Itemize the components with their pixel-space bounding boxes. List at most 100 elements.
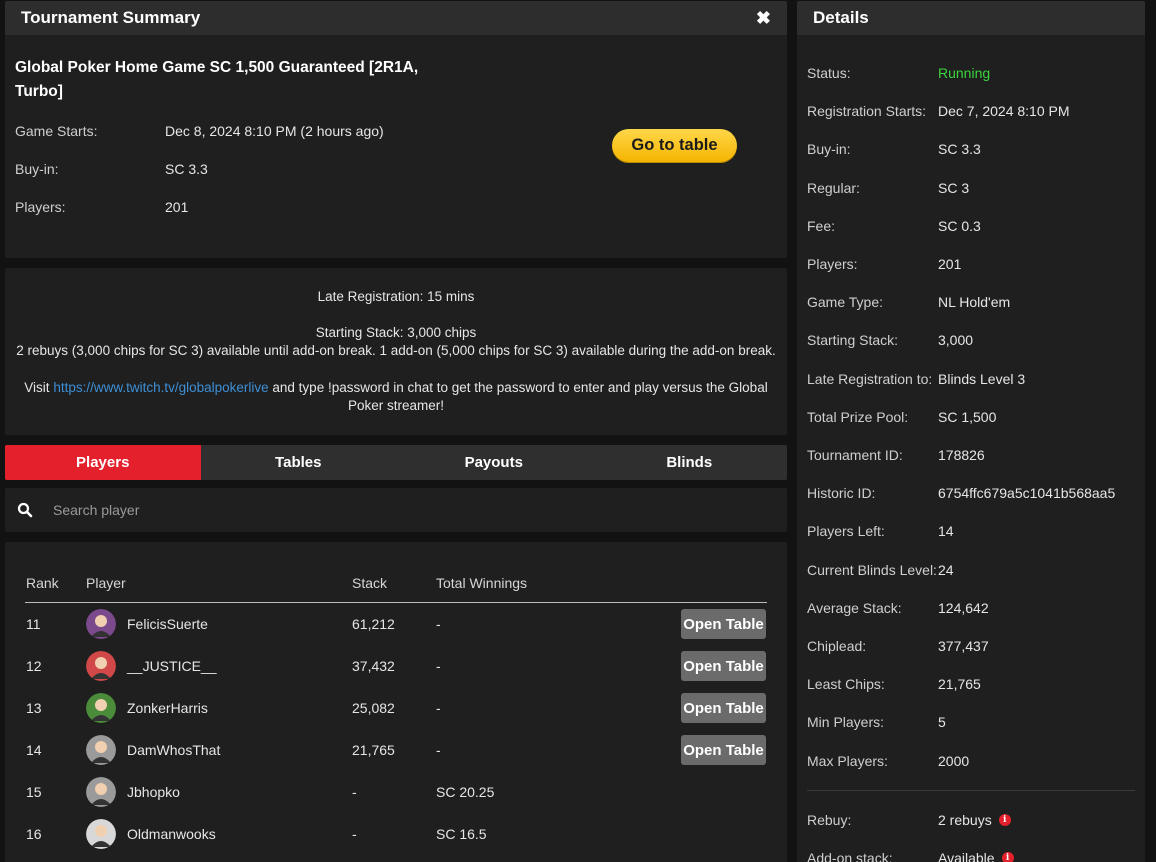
detail-label: Players: xyxy=(807,256,858,272)
detail-row-rebuy: Rebuy: 2 rebuys i xyxy=(807,812,1011,828)
detail-label: Game Type: xyxy=(807,294,884,310)
detail-label: Historic ID: xyxy=(807,485,876,501)
summary-title: Tournament Summary xyxy=(21,8,201,27)
detail-label: Rebuy: xyxy=(807,812,852,828)
detail-row: Late Registration to: Blinds Level 3 xyxy=(807,371,1025,387)
detail-row: Status: Running xyxy=(807,65,990,81)
stack-cell: - xyxy=(352,826,357,842)
detail-label: Max Players: xyxy=(807,753,888,769)
rank-cell: 14 xyxy=(26,742,42,758)
visit-line-2: Poker streamer! xyxy=(347,398,445,413)
open-table-button[interactable]: Open Table xyxy=(681,735,766,765)
detail-value: Available i xyxy=(938,850,1014,862)
winnings-cell: - xyxy=(436,658,441,674)
game-starts-label: Game Starts: xyxy=(15,123,98,139)
stack-cell: 37,432 xyxy=(352,658,395,674)
table-row: 15 Jbhopko - SC 20.25 xyxy=(5,771,787,813)
visit-line: Visit https://www.twitch.tv/globalpokerl… xyxy=(5,380,787,395)
open-table-button[interactable]: Open Table xyxy=(681,609,766,639)
search-input[interactable] xyxy=(53,502,733,518)
open-table-button[interactable]: Open Table xyxy=(681,651,766,681)
stack-cell: 61,212 xyxy=(352,616,395,632)
player-name[interactable]: __JUSTICE__ xyxy=(127,658,216,674)
go-to-table-button[interactable]: Go to table xyxy=(612,129,737,162)
detail-row: Starting Stack: 3,000 xyxy=(807,332,973,348)
rank-cell: 16 xyxy=(26,826,42,842)
detail-value: SC 1,500 xyxy=(938,409,997,425)
detail-row: Players: 201 xyxy=(807,256,961,272)
detail-row: Current Blinds Level: 24 xyxy=(807,562,954,578)
detail-label: Late Registration to: xyxy=(807,371,933,387)
twitch-link[interactable]: https://www.twitch.tv/globalpokerlive xyxy=(53,380,268,395)
buyin-value: SC 3.3 xyxy=(165,161,208,177)
detail-label: Add-on stack: xyxy=(807,850,893,862)
detail-label: Buy-in: xyxy=(807,141,851,157)
player-name[interactable]: ZonkerHarris xyxy=(127,700,208,716)
detail-row: Regular: SC 3 xyxy=(807,180,969,196)
buyin-row: Buy-in: SC 3.3 xyxy=(15,161,208,177)
info-icon[interactable]: i xyxy=(998,814,1011,826)
detail-row: Historic ID: 6754ffc679a5c1041b568aa5 xyxy=(807,485,1115,501)
table-row: 14 DamWhosThat 21,765 - Open Table xyxy=(5,729,787,771)
detail-value: 124,642 xyxy=(938,600,989,616)
game-starts-value: Dec 8, 2024 8:10 PM (2 hours ago) xyxy=(165,123,384,139)
tournament-name: Global Poker Home Game SC 1,500 Guarante… xyxy=(15,59,419,100)
rank-cell: 13 xyxy=(26,700,42,716)
detail-row: Chiplead: 377,437 xyxy=(807,638,989,654)
detail-row: Game Type: NL Hold'em xyxy=(807,294,1010,310)
close-icon[interactable]: ✖ xyxy=(756,9,771,27)
detail-row: Tournament ID: 178826 xyxy=(807,447,985,463)
winnings-cell: - xyxy=(436,616,441,632)
tab-payouts[interactable]: Payouts xyxy=(396,445,592,480)
visit-suffix: and type !password in chat to get the pa… xyxy=(268,380,768,395)
rank-cell: 11 xyxy=(26,616,41,632)
tab-tables[interactable]: Tables xyxy=(201,445,397,480)
starting-stack-text: Starting Stack: 3,000 chips xyxy=(315,325,477,340)
detail-label: Players Left: xyxy=(807,523,885,539)
rank-cell: 12 xyxy=(26,658,42,674)
detail-row: Total Prize Pool: SC 1,500 xyxy=(807,409,996,425)
detail-label: Fee: xyxy=(807,218,836,234)
open-table-button[interactable]: Open Table xyxy=(681,693,766,723)
detail-label: Chiplead: xyxy=(807,638,867,654)
header-winnings[interactable]: Total Winnings xyxy=(436,575,527,591)
header-rank[interactable]: Rank xyxy=(26,575,59,591)
detail-value: 178826 xyxy=(938,447,985,463)
info-icon[interactable]: i xyxy=(1001,852,1014,862)
tab-bar: Players Tables Payouts Blinds xyxy=(5,445,787,480)
player-name[interactable]: FelicisSuerte xyxy=(127,616,208,632)
avatar xyxy=(86,651,116,681)
detail-value: 21,765 xyxy=(938,676,981,692)
detail-row-addon: Add-on stack: Available i xyxy=(807,850,1014,862)
detail-label: Regular: xyxy=(807,180,860,196)
winnings-cell: - xyxy=(436,700,441,716)
detail-value: Running xyxy=(938,65,991,81)
detail-value: 3,000 xyxy=(938,332,974,348)
header-player[interactable]: Player xyxy=(86,575,126,591)
detail-label: Status: xyxy=(807,65,851,81)
details-panel: Details Status: Running Registration Start… xyxy=(797,1,1145,862)
table-row: 13 ZonkerHarris 25,082 - Open Table xyxy=(5,687,787,729)
detail-label: Min Players: xyxy=(807,714,885,730)
player-name[interactable]: Oldmanwooks xyxy=(127,826,216,842)
detail-row: Average Stack: 124,642 xyxy=(807,600,989,616)
player-name[interactable]: DamWhosThat xyxy=(127,742,220,758)
winnings-cell: SC 16.5 xyxy=(436,826,487,842)
detail-value: 6754ffc679a5c1041b568aa5 xyxy=(938,485,1116,501)
table-row: 16 Oldmanwooks - SC 16.5 xyxy=(5,813,787,855)
visit-prefix: Visit xyxy=(24,380,54,395)
detail-value: SC 0.3 xyxy=(938,218,981,234)
search-icon xyxy=(17,502,33,518)
detail-label: Starting Stack: xyxy=(807,332,899,348)
detail-value: 2000 xyxy=(938,753,970,769)
tab-blinds[interactable]: Blinds xyxy=(592,445,788,480)
detail-value: 24 xyxy=(938,562,954,578)
summary-header: Tournament Summary ✖ xyxy=(5,1,787,35)
details-header: Details xyxy=(797,1,1145,35)
detail-value: SC 3.3 xyxy=(938,141,981,157)
tab-players[interactable]: Players xyxy=(5,445,201,480)
detail-value: 14 xyxy=(938,523,954,539)
player-name[interactable]: Jbhopko xyxy=(127,784,180,800)
header-stack[interactable]: Stack xyxy=(352,575,387,591)
detail-value: Blinds Level 3 xyxy=(938,371,1026,387)
